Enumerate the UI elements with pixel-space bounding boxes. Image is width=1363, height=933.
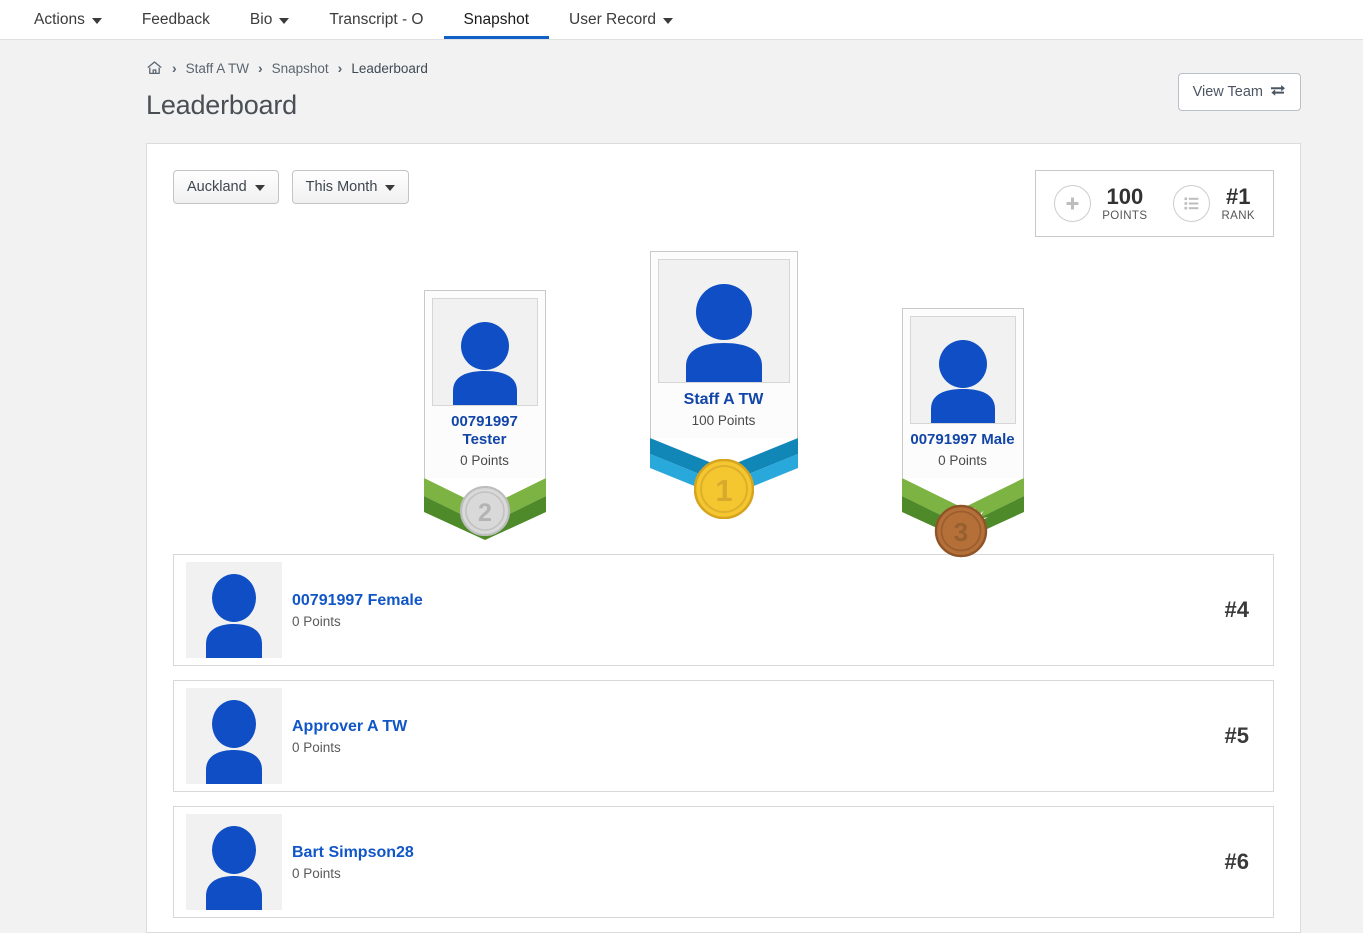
breadcrumb-separator: › <box>337 60 343 76</box>
points-label: POINTS <box>1102 210 1148 223</box>
nav-tab-label: Actions <box>34 10 85 28</box>
nav-tab-actions[interactable]: Actions <box>14 0 122 39</box>
nav-tab-bio[interactable]: Bio <box>230 0 309 39</box>
row-points: 0 Points <box>292 865 341 881</box>
row-rank: #6 <box>1224 849 1249 874</box>
points-value: 100 <box>1106 184 1144 209</box>
nav-tab-label: Bio <box>249 10 273 28</box>
breadcrumb-separator: › <box>257 60 263 76</box>
avatar <box>186 688 282 784</box>
medal-number: 3 <box>953 517 967 547</box>
leaderboard-card: Auckland This Month 100 POINTS #1 RANK 0… <box>146 143 1301 933</box>
chevron-down-icon <box>385 185 396 191</box>
nav-tab-transcript[interactable]: Transcript - O <box>309 0 443 39</box>
avatar <box>186 814 282 910</box>
medal-number: 2 <box>478 499 492 527</box>
avatar <box>909 316 1016 425</box>
podium-points: 0 Points <box>938 453 987 468</box>
location-filter-dropdown[interactable]: Auckland <box>173 170 279 204</box>
period-filter-label: This Month <box>305 179 378 195</box>
view-team-button[interactable]: View Team <box>1177 73 1301 111</box>
breadcrumb-separator: › <box>172 60 177 76</box>
breadcrumb-item-snapshot[interactable]: Snapshot <box>272 61 329 76</box>
chevron-down-icon <box>254 185 265 191</box>
podium-name[interactable]: 00791997 Tester <box>432 413 538 451</box>
podium: 00791997 Tester 0 Points 2 Staff A TW 10… <box>147 240 1300 558</box>
nav-tab-feedback[interactable]: Feedback <box>122 0 230 39</box>
chevron-down-icon <box>279 17 290 24</box>
podium-place-3[interactable]: 00791997 Male 0 Points 3 <box>901 308 1024 558</box>
plus-circle-icon <box>1054 185 1092 223</box>
home-icon[interactable] <box>146 60 163 76</box>
page-header: › Staff A TW › Snapshot › Leaderboard Le… <box>0 40 1363 121</box>
period-filter-dropdown[interactable]: This Month <box>291 170 410 204</box>
podium-name[interactable]: Staff A TW <box>658 390 790 410</box>
podium-card: Staff A TW 100 Points <box>649 251 798 438</box>
avatar <box>657 259 790 383</box>
points-stat: 100 POINTS <box>1054 185 1147 222</box>
medal-bronze: 3 <box>934 500 992 563</box>
medal-gold: 1 <box>693 458 754 524</box>
nav-tab-label: User Record <box>569 10 656 28</box>
row-user-name[interactable]: 00791997 Female <box>292 592 1225 610</box>
podium-place-2[interactable]: 00791997 Tester 0 Points 2 <box>423 289 546 541</box>
podium-place-1[interactable]: Staff A TW 100 Points 1 <box>649 251 798 520</box>
top-navigation-bar: Actions Feedback Bio Transcript - O Snap… <box>0 0 1363 40</box>
avatar <box>431 297 538 406</box>
medal-silver: 2 <box>459 485 510 541</box>
view-team-label: View Team <box>1192 84 1263 100</box>
row-points: 0 Points <box>292 739 341 755</box>
nav-tab-label: Feedback <box>141 10 210 28</box>
chevron-down-icon <box>663 17 673 24</box>
row-rank: #5 <box>1224 723 1249 748</box>
list-circle-icon <box>1173 185 1211 223</box>
podium-card: 00791997 Tester 0 Points <box>423 289 546 478</box>
rank-label: RANK <box>1221 210 1255 223</box>
podium-points: 100 Points <box>691 413 756 428</box>
nav-tab-snapshot[interactable]: Snapshot <box>443 0 550 39</box>
nav-tab-label: Snapshot <box>463 10 530 28</box>
leaderboard-list: 00791997 Female 0 Points #4 Approver A T… <box>173 554 1274 918</box>
nav-tab-label: Transcript - O <box>329 10 424 28</box>
breadcrumb-item-staff[interactable]: Staff A TW <box>186 61 249 76</box>
rank-value: #1 <box>1225 184 1251 209</box>
breadcrumb-item-leaderboard: Leaderboard <box>351 60 428 76</box>
table-row[interactable]: Approver A TW 0 Points #5 <box>173 680 1274 792</box>
row-rank: #4 <box>1224 597 1249 622</box>
row-user-name[interactable]: Approver A TW <box>292 718 1225 736</box>
chevron-down-icon <box>91 17 102 24</box>
rank-stat: #1 RANK <box>1173 185 1255 222</box>
podium-name[interactable]: 00791997 Male <box>910 431 1016 450</box>
row-user-name[interactable]: Bart Simpson28 <box>292 844 1225 862</box>
table-row[interactable]: Bart Simpson28 0 Points #6 <box>173 806 1274 918</box>
avatar <box>186 562 282 658</box>
user-stats-box: 100 POINTS #1 RANK <box>1035 170 1274 238</box>
switch-arrows-icon <box>1270 83 1286 101</box>
podium-card: 00791997 Male 0 Points <box>901 308 1024 478</box>
row-points: 0 Points <box>292 613 341 629</box>
medal-number: 1 <box>715 473 732 508</box>
location-filter-label: Auckland <box>187 179 247 195</box>
nav-tab-user-record[interactable]: User Record <box>549 0 693 39</box>
podium-points: 0 Points <box>460 453 509 468</box>
table-row[interactable]: 00791997 Female 0 Points #4 <box>173 554 1274 666</box>
